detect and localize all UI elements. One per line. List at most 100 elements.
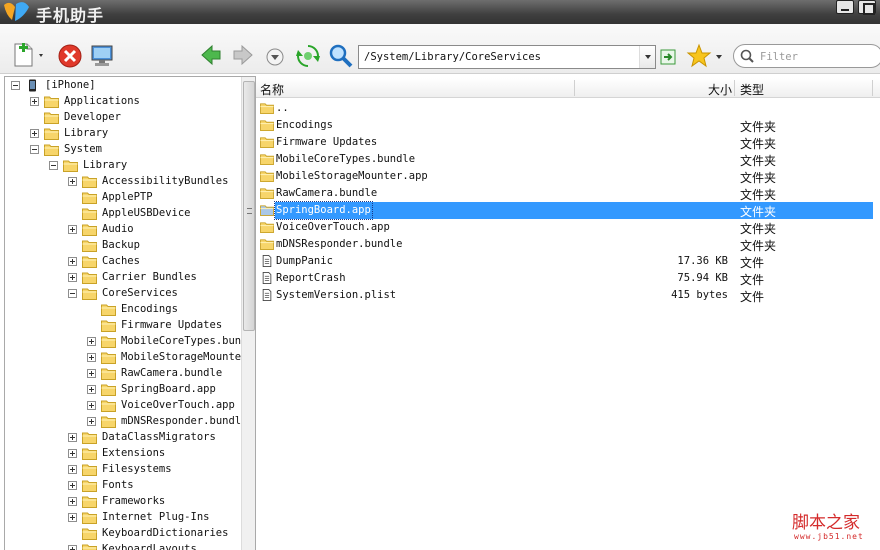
folder-icon (101, 335, 116, 348)
maximize-button[interactable] (858, 0, 876, 15)
file-row[interactable]: RawCamera.bundle 文件夹 (256, 185, 880, 202)
column-header-name[interactable]: 名称 (260, 78, 570, 98)
watermark: 脚本之家 www.jb51.net (786, 508, 876, 548)
tree-item[interactable]: MobileCoreTypes.bun (87, 334, 241, 350)
file-row[interactable]: SpringBoard.app 文件夹 (256, 201, 880, 220)
tree-item[interactable]: Internet Plug-Ins (68, 510, 241, 526)
expand-icon[interactable] (68, 433, 77, 442)
file-row[interactable]: DumpPanic 17.36 KB 文件 (256, 253, 880, 270)
path-dropdown-button[interactable] (639, 46, 655, 68)
folder-icon (82, 511, 97, 524)
tree-item[interactable]: Extensions (68, 446, 241, 462)
tree-item[interactable]: DataClassMigrators (68, 430, 241, 446)
expand-icon[interactable] (30, 129, 39, 138)
file-row[interactable]: Encodings 文件夹 (256, 117, 880, 134)
tree-item[interactable]: mDNSResponder.bundl (87, 414, 241, 430)
file-row[interactable]: MobileCoreTypes.bundle 文件夹 (256, 151, 880, 168)
tree-item[interactable]: Library (49, 158, 241, 174)
expand-icon[interactable] (68, 513, 77, 522)
file-name: MobileCoreTypes.bundle (276, 153, 416, 165)
file-row[interactable]: SystemVersion.plist 415 bytes 文件 (256, 287, 880, 304)
expand-icon[interactable] (68, 449, 77, 458)
tree-item-label: MobileStorageMounte (121, 351, 242, 363)
filter-input[interactable]: Filter (733, 44, 880, 68)
tree-item[interactable]: ApplePTP (68, 190, 241, 206)
tree-item[interactable]: KeyboardLayouts (68, 542, 241, 550)
tree-item[interactable]: Filesystems (68, 462, 241, 478)
tree-item[interactable]: Backup (68, 238, 241, 254)
expand-icon[interactable] (68, 273, 77, 282)
file-name: ReportCrash (276, 272, 346, 284)
folder-icon (260, 170, 274, 182)
file-row[interactable]: mDNSResponder.bundle 文件夹 (256, 236, 880, 253)
file-row[interactable]: .. (256, 100, 880, 117)
tree-item[interactable]: Carrier Bundles (68, 270, 241, 286)
tree-item[interactable]: Audio (68, 222, 241, 238)
file-row[interactable]: Firmware Updates 文件夹 (256, 134, 880, 151)
folder-tree-panel: [iPhone] Applications Developer Library Syst… (4, 76, 256, 550)
tree-item[interactable]: RawCamera.bundle (87, 366, 241, 382)
search-icon[interactable] (329, 44, 353, 68)
file-row[interactable]: ReportCrash 75.94 KB 文件 (256, 270, 880, 287)
collapse-icon[interactable] (11, 81, 20, 90)
tree-item[interactable]: Library (30, 126, 241, 142)
tree-item[interactable]: Developer (30, 110, 241, 126)
file-size: 75.94 KB (677, 272, 728, 284)
expand-icon[interactable] (30, 97, 39, 106)
tree-item[interactable]: MobileStorageMounte (87, 350, 241, 366)
expand-icon[interactable] (68, 497, 77, 506)
forward-arrow-icon[interactable] (232, 44, 254, 66)
expand-icon[interactable] (68, 545, 77, 550)
tree-item[interactable]: Applications (30, 94, 241, 110)
filter-search-icon (740, 49, 754, 63)
new-file-icon[interactable] (12, 42, 46, 68)
expand-icon[interactable] (68, 465, 77, 474)
tree-item[interactable]: AccessibilityBundles (68, 174, 241, 190)
expand-icon[interactable] (87, 353, 96, 362)
expand-icon[interactable] (87, 369, 96, 378)
file-name: Encodings (276, 119, 333, 131)
history-dropdown-icon[interactable] (266, 48, 284, 66)
tree-item[interactable]: [iPhone] (11, 78, 241, 94)
path-input[interactable]: /System/Library/CoreServices (358, 45, 656, 69)
tree-item[interactable]: CoreServices (68, 286, 241, 302)
tree-item[interactable]: VoiceOverTouch.app (87, 398, 241, 414)
tree-item[interactable]: AppleUSBDevice (68, 206, 241, 222)
tree-scrollbar-thumb[interactable] (243, 81, 255, 331)
file-type: 文件 (740, 256, 765, 270)
collapse-icon[interactable] (68, 289, 77, 298)
collapse-icon[interactable] (49, 161, 58, 170)
column-header-type[interactable]: 类型 (740, 78, 800, 98)
tree-item[interactable]: System (30, 142, 241, 158)
tree-item-label: Caches (102, 255, 140, 267)
tree-item-label: Library (64, 127, 109, 139)
expand-icon[interactable] (68, 481, 77, 490)
file-row[interactable]: MobileStorageMounter.app 文件夹 (256, 168, 880, 185)
expand-icon[interactable] (87, 385, 96, 394)
expand-icon[interactable] (68, 257, 77, 266)
refresh-icon[interactable] (296, 44, 320, 68)
file-row[interactable]: VoiceOverTouch.app 文件夹 (256, 219, 880, 236)
tree-item[interactable]: SpringBoard.app (87, 382, 241, 398)
expand-icon[interactable] (68, 225, 77, 234)
go-icon[interactable] (660, 49, 676, 65)
tree-item[interactable]: Caches (68, 254, 241, 270)
delete-icon[interactable] (58, 44, 82, 68)
favorites-star-icon[interactable] (686, 43, 726, 69)
file-size: 17.36 KB (677, 255, 728, 267)
tree-item[interactable]: KeyboardDictionaries (68, 526, 241, 542)
tree-item[interactable]: Fonts (68, 478, 241, 494)
tree-scrollbar[interactable] (241, 77, 255, 550)
expand-icon[interactable] (87, 401, 96, 410)
back-arrow-icon[interactable] (200, 44, 222, 66)
expand-icon[interactable] (68, 177, 77, 186)
tree-item[interactable]: Frameworks (68, 494, 241, 510)
expand-icon[interactable] (87, 337, 96, 346)
tree-item[interactable]: Firmware Updates (87, 318, 241, 334)
computer-icon[interactable] (89, 43, 115, 69)
column-header-size[interactable]: 大小 (696, 78, 732, 98)
tree-item[interactable]: Encodings (87, 302, 241, 318)
collapse-icon[interactable] (30, 145, 39, 154)
minimize-button[interactable] (836, 0, 854, 14)
expand-icon[interactable] (87, 417, 96, 426)
